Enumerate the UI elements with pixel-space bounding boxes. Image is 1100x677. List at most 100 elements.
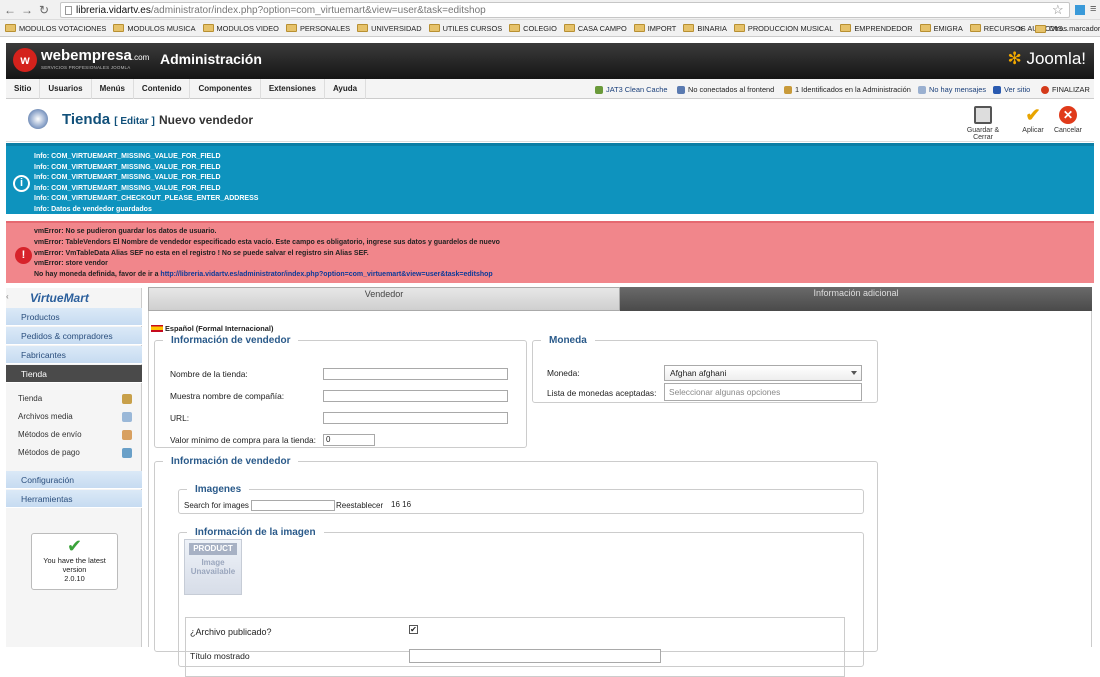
menu-icon[interactable]: ≡ <box>1090 3 1096 15</box>
reset-button[interactable]: Reestablecer <box>336 501 383 510</box>
bookmark-8[interactable]: IMPORT <box>633 24 676 33</box>
other-bookmarks[interactable]: Otros marcador <box>1035 24 1100 33</box>
sidebar-section-pedidos[interactable]: Pedidos & compradores <box>6 327 142 345</box>
sidebar-item-metodos-envio[interactable]: Métodos de envío <box>18 427 136 443</box>
tab-vendedor[interactable]: Vendedor <box>148 287 620 311</box>
bookmarks-bar: MODULOS VOTACIONES MODULOS MUSICA MODULO… <box>0 20 1100 37</box>
bookmark-9[interactable]: BINARIA <box>683 24 727 33</box>
tab-informacion-adicional[interactable]: Información adicional <box>620 287 1092 311</box>
published-checkbox[interactable]: ✔ <box>409 625 418 634</box>
address-bar[interactable]: libreria.vidartv.es/administrator/index.… <box>60 2 1070 18</box>
menu-extensiones[interactable]: Extensiones <box>261 78 325 99</box>
truck-icon <box>122 430 132 440</box>
image-details-box: ¿Archivo publicado? ✔ Título mostrado <box>185 617 845 677</box>
folder-icon <box>563 24 575 32</box>
sidebar-item-tienda[interactable]: Tienda <box>18 391 136 407</box>
language-indicator: Español (Formal Internacional) <box>151 324 273 333</box>
sidebar-section-fabricantes[interactable]: Fabricantes <box>6 346 142 364</box>
view-site-link[interactable]: Ver sitio <box>993 85 1030 94</box>
menu-menus[interactable]: Menús <box>92 78 134 99</box>
user-icon <box>784 85 792 94</box>
save-close-button[interactable]: Guardar & Cerrar <box>956 106 1010 141</box>
store-icon <box>28 109 48 129</box>
currency-label: Moneda: <box>547 368 580 378</box>
currency-select[interactable]: Afghan afghani <box>664 365 862 381</box>
currency-fieldset: Moneda Moneda: Afghan afghani Lista de m… <box>532 335 878 403</box>
media-icon <box>122 412 132 422</box>
folder-icon <box>285 24 297 32</box>
info-message-box: i Info: COM_VIRTUEMART_MISSING_VALUE_FOR… <box>6 143 1094 214</box>
error-icon: ! <box>15 247 32 264</box>
error-line: No hay moneda definida, favor de ir a ht… <box>34 271 493 279</box>
search-images-input[interactable] <box>251 500 335 511</box>
jat3-cache-link[interactable]: JAT3 Clean Cache <box>595 85 667 94</box>
folder-icon <box>969 24 981 32</box>
editshop-link[interactable]: http://libreria.vidartv.es/administrator… <box>160 271 492 278</box>
bookmark-11[interactable]: EMPRENDEDOR <box>840 24 913 33</box>
error-line: vmError: store vendor <box>34 260 108 268</box>
messages-link[interactable]: No hay mensajes <box>918 85 986 94</box>
error-messages: vmError: No se pudieron guardar los dato… <box>34 227 500 281</box>
cancel-icon: ✕ <box>1059 106 1077 124</box>
collapse-icon[interactable]: ‹ <box>6 292 9 301</box>
bookmark-6[interactable]: COLEGIO <box>509 24 557 33</box>
error-line: vmError: TableVendors El Nombre de vende… <box>34 238 500 246</box>
sidebar-item-metodos-pago[interactable]: Métodos de pago <box>18 445 136 461</box>
folder-icon <box>633 24 645 32</box>
image-counts: 16 16 <box>391 500 412 509</box>
star-icon[interactable]: ☆ <box>1052 2 1064 18</box>
main-content: Español (Formal Internacional) Informaci… <box>148 311 1092 677</box>
info-line: Info: COM_VIRTUEMART_CHECKOUT_PLEASE_ENT… <box>34 195 259 203</box>
bookmark-4[interactable]: UNIVERSIDAD <box>357 24 422 33</box>
sidebar-item-archivos-media[interactable]: Archivos media <box>18 409 136 425</box>
extension-icon[interactable] <box>1075 5 1085 15</box>
bookmark-2[interactable]: MODULOS VIDEO <box>202 24 279 33</box>
forward-icon[interactable]: → <box>20 3 34 17</box>
sidebar-section-productos[interactable]: Productos <box>6 308 142 326</box>
bookmark-3[interactable]: PERSONALES <box>285 24 350 33</box>
menu-sitio[interactable]: Sitio <box>6 78 41 99</box>
bookmark-10[interactable]: PRODUCCION MUSICAL <box>733 24 833 33</box>
info-line: Info: Datos de vendedor guardados <box>34 205 152 213</box>
store-name-label: Nombre de la tienda: <box>170 369 248 379</box>
search-images-label: Search for images <box>184 501 249 510</box>
bookmark-7[interactable]: CASA CAMPO <box>563 24 627 33</box>
image-info-fieldset: Información de la imagen ¿Archivo public… <box>178 527 864 677</box>
version-box: ✔ You have the latest version 2.0.10 <box>31 533 118 590</box>
bookmark-5[interactable]: UTILES CURSOS <box>428 24 502 33</box>
url-input[interactable] <box>323 412 508 424</box>
cancel-button[interactable]: ✕ Cancelar <box>1047 106 1089 134</box>
folder-icon <box>1035 24 1046 33</box>
info-line: Info: COM_VIRTUEMART_MISSING_VALUE_FOR_F… <box>34 153 221 160</box>
page-title: Tienda [ Editar ] Nuevo vendedor <box>62 111 254 128</box>
page-toolbar: Tienda [ Editar ] Nuevo vendedor Guardar… <box>6 100 1094 142</box>
menu-contenido[interactable]: Contenido <box>134 78 191 99</box>
store-name-input[interactable] <box>323 368 508 380</box>
shown-title-input[interactable] <box>409 649 661 663</box>
payment-icon <box>122 448 132 458</box>
chevron-down-icon <box>851 371 857 375</box>
accepted-currencies-select[interactable]: Seleccionar algunas opciones <box>664 383 862 401</box>
sidebar-section-configuracion[interactable]: Configuración <box>6 471 142 489</box>
bookmark-12[interactable]: EMIGRA <box>919 24 963 33</box>
info-messages: Info: COM_VIRTUEMART_MISSING_VALUE_FOR_F… <box>34 152 258 216</box>
url-host: libreria.vidartv.es <box>76 4 151 16</box>
error-line: vmError: No se pudieron guardar los dato… <box>34 228 217 235</box>
menu-usuarios[interactable]: Usuarios <box>40 78 92 99</box>
logout-link[interactable]: FINALIZAR <box>1041 85 1090 94</box>
bookmark-1[interactable]: MODULOS MUSICA <box>113 24 196 33</box>
back-icon[interactable]: ← <box>3 3 17 17</box>
bookmark-0[interactable]: MODULOS VOTACIONES <box>5 24 106 33</box>
save-icon <box>974 106 992 124</box>
sidebar-section-herramientas[interactable]: Herramientas <box>6 490 142 508</box>
min-purchase-input[interactable]: 0 <box>323 434 375 446</box>
users-icon <box>677 85 685 94</box>
info-line: Info: COM_VIRTUEMART_MISSING_VALUE_FOR_F… <box>34 184 221 192</box>
reload-icon[interactable]: ↻ <box>37 3 51 17</box>
bookmarks-more[interactable]: » <box>1018 23 1023 33</box>
menu-componentes[interactable]: Componentes <box>190 78 261 99</box>
company-name-input[interactable] <box>323 390 508 402</box>
admin-title: Administración <box>160 51 262 67</box>
menu-ayuda[interactable]: Ayuda <box>325 78 367 99</box>
sidebar-section-tienda[interactable]: Tienda <box>6 365 142 383</box>
